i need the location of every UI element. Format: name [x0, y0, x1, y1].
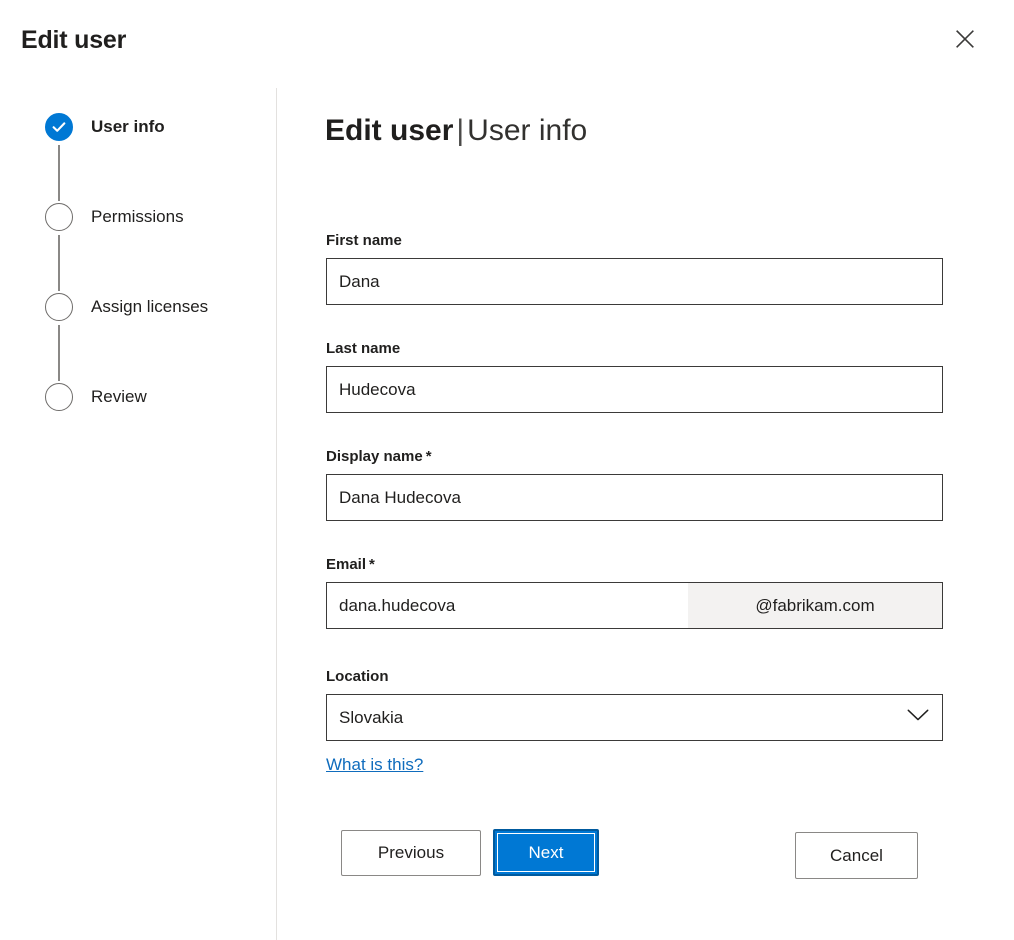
- page-title-separator: |: [453, 114, 467, 147]
- what-is-this-link[interactable]: What is this?: [326, 753, 423, 777]
- step-connector: [58, 235, 60, 291]
- circle-icon: [45, 383, 73, 411]
- step-item-assign-licenses[interactable]: Assign licenses: [45, 293, 208, 321]
- field-display-name: Display name*: [326, 447, 943, 521]
- last-name-input[interactable]: [326, 366, 943, 413]
- step-item-label: Permissions: [91, 205, 184, 229]
- email-label: Email*: [326, 555, 943, 575]
- step-item-label: Review: [91, 385, 147, 409]
- step-item-permissions[interactable]: Permissions: [45, 203, 184, 231]
- next-button[interactable]: Next: [493, 829, 599, 876]
- step-connector: [58, 145, 60, 201]
- page-title-secondary: User info: [467, 114, 587, 147]
- circle-icon: [45, 203, 73, 231]
- check-icon: [45, 113, 73, 141]
- field-last-name: Last name: [326, 339, 943, 413]
- step-navigation: User info Permissions Assign licenses Re…: [0, 0, 276, 940]
- email-input-group: @fabrikam.com: [326, 582, 943, 629]
- page-title: Edit user|User info: [325, 110, 587, 152]
- step-item-user-info[interactable]: User info: [45, 113, 165, 141]
- required-asterisk: *: [366, 556, 375, 573]
- display-name-label-text: Display name: [326, 448, 423, 465]
- required-asterisk: *: [423, 448, 432, 465]
- chevron-down-icon: [907, 709, 929, 727]
- step-item-label: Assign licenses: [91, 295, 208, 319]
- display-name-label: Display name*: [326, 447, 943, 467]
- next-button-label: Next: [529, 843, 564, 863]
- first-name-input[interactable]: [326, 258, 943, 305]
- last-name-label: Last name: [326, 339, 943, 359]
- display-name-input[interactable]: [326, 474, 943, 521]
- email-domain-suffix: @fabrikam.com: [688, 583, 942, 628]
- first-name-label: First name: [326, 231, 943, 251]
- field-email: Email* @fabrikam.com: [326, 555, 943, 629]
- main-panel: Edit user|User info First name Last name…: [277, 0, 1014, 940]
- field-first-name: First name: [326, 231, 943, 305]
- email-label-text: Email: [326, 556, 366, 573]
- previous-button[interactable]: Previous: [341, 830, 481, 876]
- step-item-label: User info: [91, 115, 165, 139]
- cancel-button[interactable]: Cancel: [795, 832, 918, 879]
- location-label: Location: [326, 667, 943, 687]
- step-connector: [58, 325, 60, 381]
- field-location: Location Slovakia: [326, 667, 943, 741]
- location-select[interactable]: Slovakia: [326, 694, 943, 741]
- page-title-primary: Edit user: [325, 114, 453, 147]
- location-selected-value: Slovakia: [327, 708, 403, 728]
- circle-icon: [45, 293, 73, 321]
- email-input[interactable]: [327, 583, 688, 628]
- step-item-review[interactable]: Review: [45, 383, 147, 411]
